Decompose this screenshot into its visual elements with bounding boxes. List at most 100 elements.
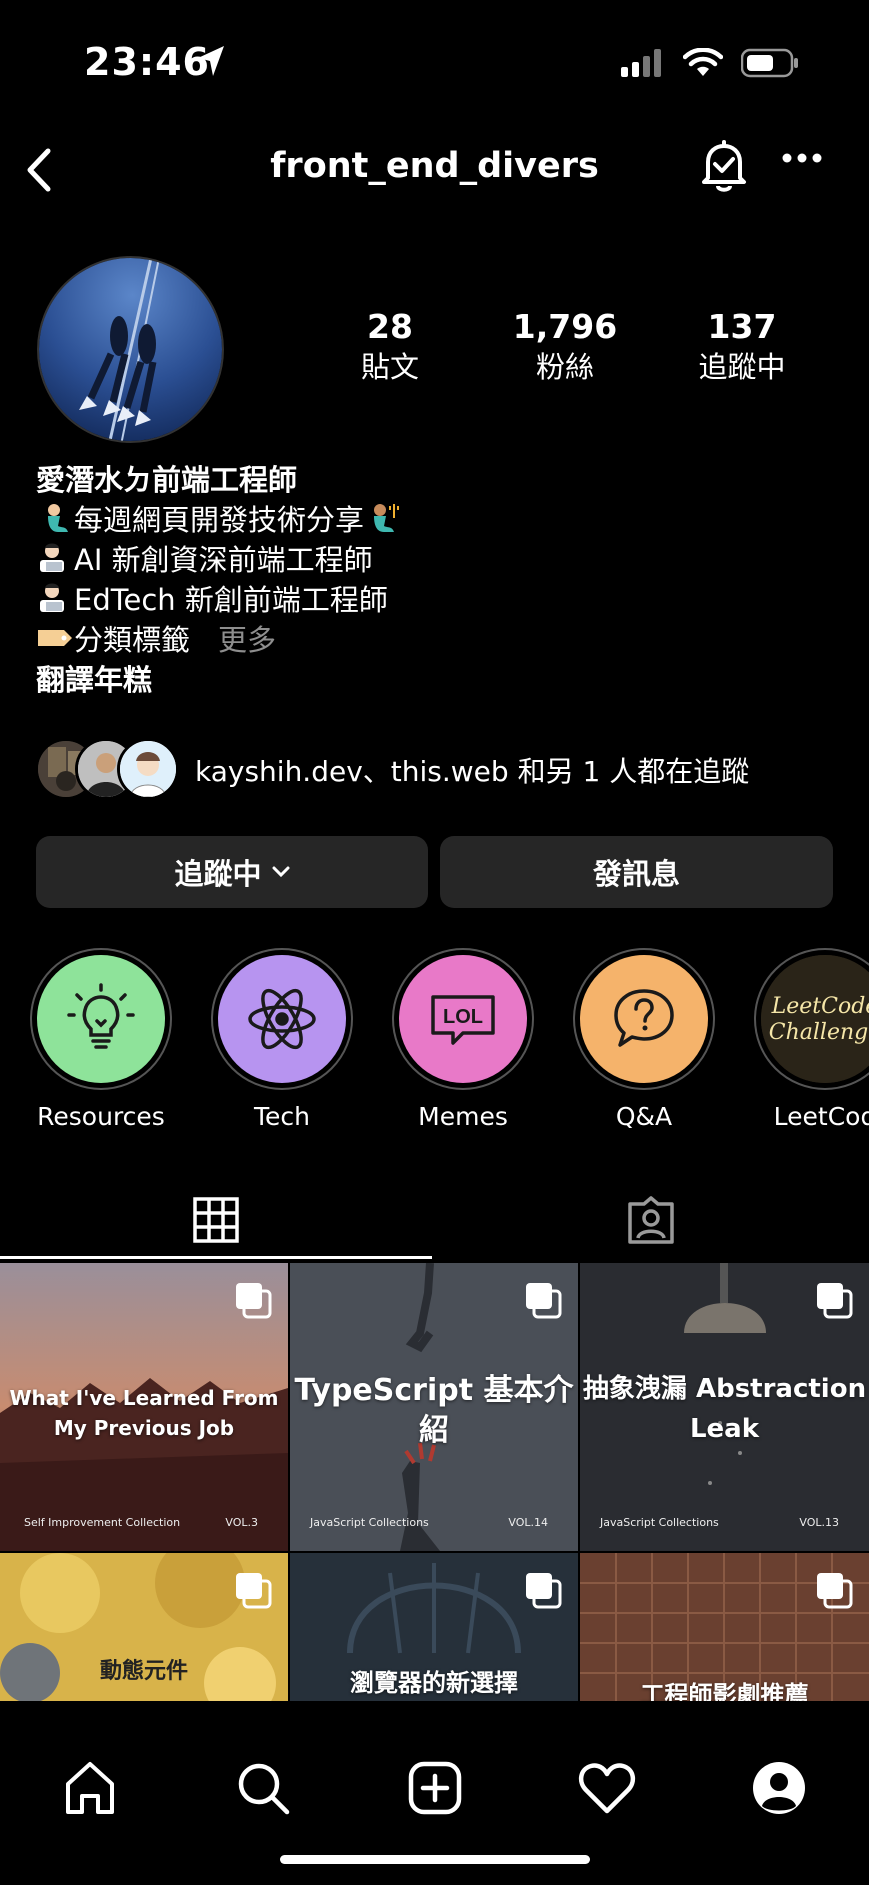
nav-home-button[interactable] — [55, 1753, 125, 1823]
highlight-ring — [30, 948, 172, 1090]
technologist-emoji-icon — [40, 583, 64, 612]
mutual-followers[interactable]: kayshih.dev、this.web 和另 1 人都在追蹤 — [35, 738, 749, 802]
nav-profile-button[interactable] — [744, 1753, 814, 1823]
highlight-memes[interactable]: LOL Memes — [373, 948, 553, 1128]
svg-text:LeetCode: LeetCode — [771, 994, 869, 1019]
nav-activity-button[interactable] — [572, 1753, 642, 1823]
active-tab-indicator — [0, 1256, 432, 1259]
nav-search-button[interactable] — [228, 1753, 298, 1823]
grid-post[interactable]: 抽象洩漏 Abstraction Leak JavaScript Collect… — [580, 1263, 869, 1551]
highlight-tech[interactable]: Tech — [192, 948, 372, 1128]
bio-line: 分類標籤 更多 — [36, 620, 836, 660]
highlight-ring: LeetCode Challenge — [754, 948, 869, 1090]
grid-post[interactable]: TypeScript 基本介紹 JavaScript Collections V… — [290, 1263, 578, 1551]
cellular-signal-icon — [621, 49, 665, 81]
leetcode-neon: LeetCode Challenge — [761, 955, 869, 1083]
svg-text:LOL: LOL — [443, 1006, 483, 1028]
highlight-cover: LeetCode Challenge — [761, 955, 869, 1083]
followers-count-label: 粉絲 — [535, 350, 594, 384]
carousel-icon — [236, 1573, 272, 1609]
grid-post[interactable]: What I've Learned From My Previous Job S… — [0, 1263, 288, 1551]
bio-line: AI 新創資深前端工程師 — [36, 540, 836, 580]
wifi-icon — [682, 47, 724, 82]
home-indicator — [280, 1855, 590, 1864]
story-highlights: Resources Tech LOL Memes Q&A LeetCode Ch… — [0, 948, 869, 1128]
bio-line: 每週網頁開發技術分享 — [36, 500, 836, 540]
post-volume: VOL.14 — [508, 1516, 548, 1529]
atom-icon — [248, 988, 316, 1050]
highlight-cover: LOL — [399, 955, 527, 1083]
carousel-icon — [526, 1573, 562, 1609]
following-count-label: 追蹤中 — [698, 350, 786, 384]
following-button[interactable]: 追蹤中 — [36, 836, 428, 908]
lol-icon: LOL — [431, 995, 495, 1045]
add-post-icon — [408, 1761, 462, 1815]
merman-emoji-icon — [374, 504, 400, 532]
highlight-label: LeetCod — [773, 1102, 869, 1128]
posts-count-value: 28 — [367, 307, 413, 346]
lightbulb-icon — [67, 983, 135, 1049]
mutual-followers-text: kayshih.dev、this.web 和另 1 人都在追蹤 — [195, 755, 750, 788]
highlight-label: Tech — [254, 1102, 310, 1128]
highlight-resources[interactable]: Resources — [11, 948, 191, 1128]
bio-line-text: EdTech 新創前端工程師 — [74, 583, 388, 617]
highlight-ring — [573, 948, 715, 1090]
more-options-button[interactable] — [782, 150, 822, 170]
carousel-icon — [817, 1573, 853, 1609]
status-time: 23:46 — [84, 40, 210, 84]
ellipsis-icon — [782, 153, 822, 163]
battery-icon — [740, 48, 799, 82]
grid-post[interactable]: 瀏覽器的新選擇 — [290, 1553, 578, 1701]
carousel-icon — [526, 1283, 562, 1319]
avatar — [117, 738, 179, 800]
bio-line: EdTech 新創前端工程師 — [36, 580, 836, 620]
svg-text:Challenge: Challenge — [769, 1020, 869, 1045]
post-title: 抽象洩漏 Abstraction Leak — [582, 1374, 867, 1444]
bio-line-text: 每週網頁開發技術分享 — [74, 503, 365, 537]
highlight-qa[interactable]: Q&A — [554, 948, 734, 1128]
highlight-ring — [211, 948, 353, 1090]
tab-tagged[interactable] — [432, 1180, 869, 1260]
following-button-label: 追蹤中 — [174, 857, 262, 891]
followers-count[interactable]: 1,796 粉絲 — [480, 306, 650, 386]
post-volume: VOL.13 — [799, 1516, 839, 1529]
posts-count[interactable]: 28 貼文 — [305, 306, 475, 386]
post-collection: Self Improvement Collection — [24, 1516, 181, 1529]
grid-icon — [193, 1197, 239, 1243]
status-icons — [621, 47, 799, 82]
posts-grid: What I've Learned From My Previous Job S… — [0, 1263, 869, 1701]
home-icon — [66, 1762, 114, 1814]
post-title: 工程師影劇推薦 — [640, 1681, 809, 1701]
message-button-label: 發訊息 — [592, 857, 680, 891]
bio-more-link[interactable]: 更多 — [218, 623, 276, 657]
tab-posts-grid[interactable] — [0, 1180, 432, 1260]
bell-check-icon — [702, 140, 746, 192]
profile-avatar-icon — [753, 1762, 805, 1814]
followers-count-value: 1,796 — [512, 307, 618, 346]
bio-line-text: 分類標籤 — [74, 623, 191, 657]
grid-post[interactable]: 工程師影劇推薦 — [580, 1553, 869, 1701]
post-collection: JavaScript Collections — [310, 1516, 429, 1529]
post-title: 動態元件 — [99, 1659, 188, 1684]
grid-post[interactable]: 動態元件 — [0, 1553, 288, 1701]
heart-icon — [578, 1763, 636, 1814]
profile-stats: 28 貼文 1,796 粉絲 137 追蹤中 — [330, 306, 830, 396]
profile-avatar[interactable] — [37, 256, 224, 443]
following-count[interactable]: 137 追蹤中 — [657, 306, 827, 386]
highlight-label: Q&A — [615, 1102, 673, 1128]
nav-create-button[interactable] — [400, 1753, 470, 1823]
post-collection: JavaScript Collections — [600, 1516, 719, 1529]
search-icon — [238, 1763, 290, 1815]
translate-bio-link[interactable]: 翻譯年糕 — [36, 660, 836, 700]
technologist-emoji-icon — [40, 543, 64, 572]
tagged-person-icon — [627, 1196, 674, 1244]
chevron-down-icon — [272, 866, 289, 878]
highlight-ring: LOL — [392, 948, 534, 1090]
mutual-avatars — [35, 738, 185, 802]
profile-bio: 愛潛水ㄉ前端工程師 每週網頁開發技術分享 AI 新創資深前端工程師 EdTech… — [36, 460, 836, 700]
message-button[interactable]: 發訊息 — [440, 836, 833, 908]
highlight-leetcode[interactable]: LeetCode Challenge LeetCod — [735, 948, 869, 1128]
highlight-label: Resources — [37, 1102, 165, 1128]
notification-bell-button[interactable] — [698, 138, 750, 198]
label-tag-emoji-icon — [38, 630, 72, 646]
